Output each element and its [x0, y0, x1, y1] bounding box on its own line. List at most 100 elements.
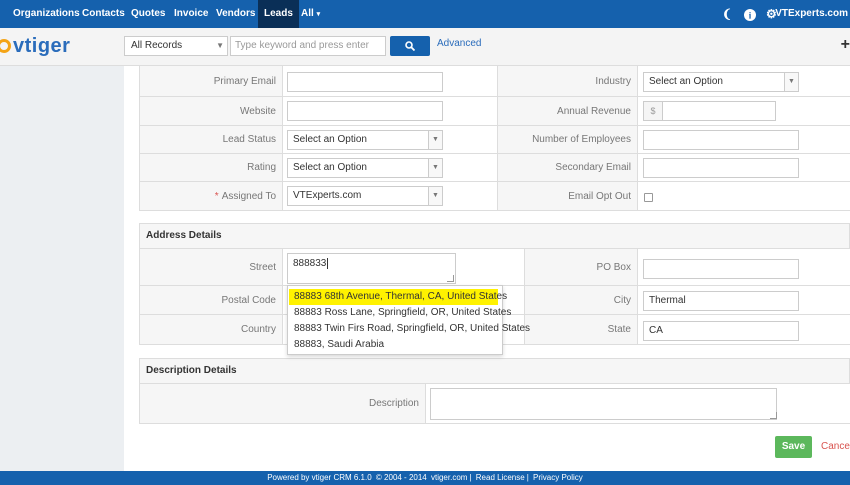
description-field[interactable]: [430, 388, 777, 420]
annual-revenue-field[interactable]: [662, 101, 776, 121]
primary-email-cell: [283, 66, 497, 96]
email-opt-out-checkbox[interactable]: [644, 193, 653, 202]
form-row: Street 888833 PO Box: [139, 249, 850, 286]
text-cursor: [327, 258, 329, 269]
website-cell: [283, 97, 497, 125]
chevron-down-icon: ▼: [428, 187, 442, 205]
street-cell: 888833: [283, 249, 524, 285]
state-label: State: [524, 315, 638, 344]
nav-organizations[interactable]: Organizations: [13, 0, 80, 28]
resize-handle-icon[interactable]: [447, 275, 454, 282]
assigned-to-select[interactable]: VTExperts.com ▼: [287, 186, 443, 206]
postal-code-label: Postal Code: [139, 286, 283, 314]
autocomplete-option[interactable]: 88883 68th Avenue, Thermal, CA, United S…: [289, 289, 507, 305]
rating-value: Select an Option: [293, 162, 367, 173]
description-label: Description: [139, 384, 426, 423]
state-cell: CA: [638, 315, 850, 344]
form-row: Rating Select an Option ▼ Secondary Emai…: [139, 154, 850, 182]
rating-select[interactable]: Select an Option ▼: [287, 158, 443, 178]
resize-handle-icon[interactable]: [770, 412, 777, 419]
email-opt-out-cell: [638, 182, 850, 210]
description-cell: [426, 384, 850, 423]
lead-status-value: Select an Option: [293, 134, 367, 145]
industry-cell: Select an Option ▼: [638, 66, 850, 96]
industry-select[interactable]: Select an Option ▼: [643, 72, 799, 92]
website-label: Website: [139, 97, 283, 125]
nav-all-label: All: [301, 8, 314, 19]
plus-icon[interactable]: +: [841, 36, 850, 54]
info-icon[interactable]: i: [744, 0, 756, 28]
footer-powered: Powered by vtiger CRM 6.1.0: [267, 473, 372, 482]
secondary-email-label: Secondary Email: [497, 154, 638, 181]
advanced-search-link[interactable]: Advanced: [437, 38, 481, 49]
rating-label: Rating: [139, 154, 283, 181]
chevron-down-icon: ▼: [428, 131, 442, 149]
chevron-down-icon: ▼: [428, 159, 442, 177]
num-employees-cell: [638, 126, 850, 153]
autocomplete-option[interactable]: 88883 Ross Lane, Springfield, OR, United…: [289, 305, 511, 321]
autocomplete-option[interactable]: 88883 Twin Firs Road, Springfield, OR, U…: [289, 321, 530, 337]
form-row: Description: [139, 384, 850, 424]
num-employees-field[interactable]: [643, 130, 799, 150]
city-label: City: [524, 286, 638, 314]
lead-status-cell: Select an Option ▼: [283, 126, 497, 153]
industry-label: Industry: [497, 66, 638, 96]
header-bar: vtiger All Records ▼ Type keyword and pr…: [0, 28, 850, 66]
primary-email-field[interactable]: [287, 72, 443, 92]
records-filter-value: All Records: [131, 40, 183, 51]
footer-license-link[interactable]: Read License: [476, 473, 525, 482]
nav-vendors[interactable]: Vendors: [216, 0, 255, 28]
brush-icon[interactable]: ❨: [722, 0, 732, 28]
search-input[interactable]: Type keyword and press enter: [230, 36, 386, 56]
website-field[interactable]: [287, 101, 443, 121]
annual-revenue-cell: $: [638, 97, 850, 125]
po-box-label: PO Box: [524, 249, 638, 285]
street-field[interactable]: 888833: [287, 253, 456, 284]
secondary-email-field[interactable]: [643, 158, 799, 178]
secondary-email-cell: [638, 154, 850, 181]
assigned-to-cell: VTExperts.com ▼: [283, 182, 497, 210]
separator: |: [526, 473, 529, 482]
logo[interactable]: vtiger: [0, 34, 70, 58]
assigned-to-label: * Assigned To: [139, 182, 283, 210]
num-employees-label: Number of Employees: [497, 126, 638, 153]
search-icon: [405, 41, 415, 51]
cancel-link[interactable]: Cancel: [821, 441, 850, 452]
nav-contacts[interactable]: Contacts: [82, 0, 125, 28]
nav-leads[interactable]: Leads: [258, 0, 299, 28]
description-section-title: Description Details: [139, 358, 850, 384]
logo-text: vtiger: [13, 34, 71, 57]
annual-revenue-label: Annual Revenue: [497, 97, 638, 125]
city-cell: Thermal: [638, 286, 850, 314]
footer-site-link[interactable]: vtiger.com: [431, 473, 467, 482]
state-field[interactable]: CA: [643, 321, 799, 341]
search-button[interactable]: [390, 36, 430, 56]
address-autocomplete-dropdown: 88883 68th Avenue, Thermal, CA, United S…: [287, 285, 530, 355]
email-opt-out-label: Email Opt Out: [497, 182, 638, 210]
records-filter-select[interactable]: All Records ▼: [124, 36, 228, 56]
autocomplete-option[interactable]: 88883, Saudi Arabia: [289, 337, 501, 353]
form-row: Lead Status Select an Option ▼ Number of…: [139, 126, 850, 154]
nav-invoice[interactable]: Invoice: [174, 0, 208, 28]
street-label: Street: [139, 249, 283, 285]
chevron-down-icon: ▼: [216, 41, 224, 50]
save-button[interactable]: Save: [775, 436, 812, 458]
left-sidebar: [0, 66, 124, 471]
footer-privacy-link[interactable]: Privacy Policy: [533, 473, 583, 482]
country-label: Country: [139, 315, 283, 344]
lead-status-select[interactable]: Select an Option ▼: [287, 130, 443, 150]
primary-email-label: Primary Email: [139, 66, 283, 96]
nav-quotes[interactable]: Quotes: [131, 0, 165, 28]
currency-symbol: $: [643, 101, 663, 121]
user-menu[interactable]: VTExperts.com: [775, 0, 848, 28]
footer: Powered by vtiger CRM 6.1.0 © 2004 - 201…: [0, 471, 850, 485]
industry-value: Select an Option: [649, 76, 723, 87]
city-field[interactable]: Thermal: [643, 291, 799, 311]
po-box-field[interactable]: [643, 259, 799, 279]
required-marker: *: [214, 190, 219, 202]
chevron-down-icon: ▼: [784, 73, 798, 91]
footer-copyright: © 2004 - 2014: [375, 473, 427, 482]
form-row: * Assigned To VTExperts.com ▼ Email Opt …: [139, 182, 850, 211]
assigned-to-label-text: Assigned To: [221, 190, 276, 202]
nav-all[interactable]: All ▾: [301, 0, 320, 28]
